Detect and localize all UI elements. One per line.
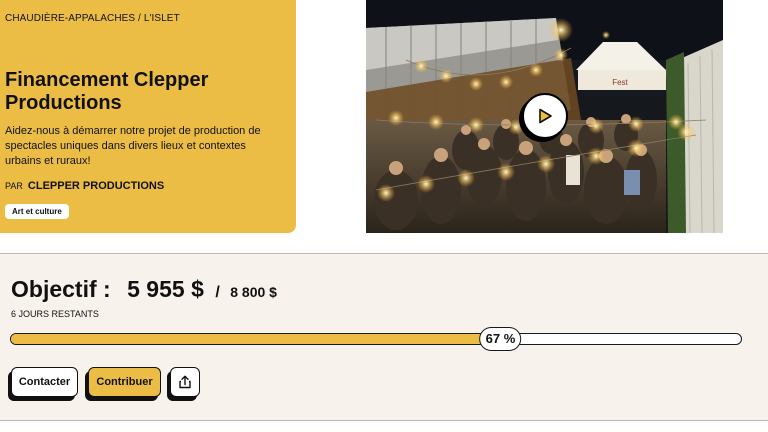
contact-button[interactable]: Contacter xyxy=(11,367,78,397)
project-byline: PAR CLEPPER PRODUCTIONS xyxy=(5,180,164,192)
goal-label: Objectif : xyxy=(11,276,111,302)
progress-fill xyxy=(11,334,501,344)
byline-label: PAR xyxy=(5,181,23,191)
tent-sign: Fest xyxy=(612,78,628,87)
organizer-name[interactable]: CLEPPER PRODUCTIONS xyxy=(28,180,164,192)
progress-percentage: 67 % xyxy=(479,327,522,351)
progress-bar xyxy=(10,333,742,345)
play-icon xyxy=(539,108,552,124)
project-description: Aidez-nous à démarrer notre projet de pr… xyxy=(5,125,261,167)
project-video[interactable]: Fest xyxy=(366,0,723,233)
category-tag[interactable]: Art et culture xyxy=(5,204,69,219)
days-remaining: 6 JOURS RESTANTS xyxy=(11,309,99,319)
raised-amount: 5 955 $ xyxy=(127,276,204,302)
goal-summary: Objectif : 5 955 $ / 8 800 $ xyxy=(11,276,277,303)
share-icon xyxy=(179,375,191,389)
contribute-button[interactable]: Contribuer xyxy=(88,367,161,397)
project-summary-card: CHAUDIÈRE-APPALACHES / L'ISLET Financeme… xyxy=(0,0,296,233)
project-title: Financement Clepper Productions xyxy=(5,69,209,114)
funding-panel: Objectif : 5 955 $ / 8 800 $ 6 JOURS RES… xyxy=(0,253,768,421)
target-amount: 8 800 $ xyxy=(230,284,277,300)
play-button[interactable] xyxy=(522,93,568,139)
share-button[interactable] xyxy=(170,367,200,397)
goal-separator: / xyxy=(215,284,220,301)
region-breadcrumb[interactable]: CHAUDIÈRE-APPALACHES / L'ISLET xyxy=(5,13,180,24)
